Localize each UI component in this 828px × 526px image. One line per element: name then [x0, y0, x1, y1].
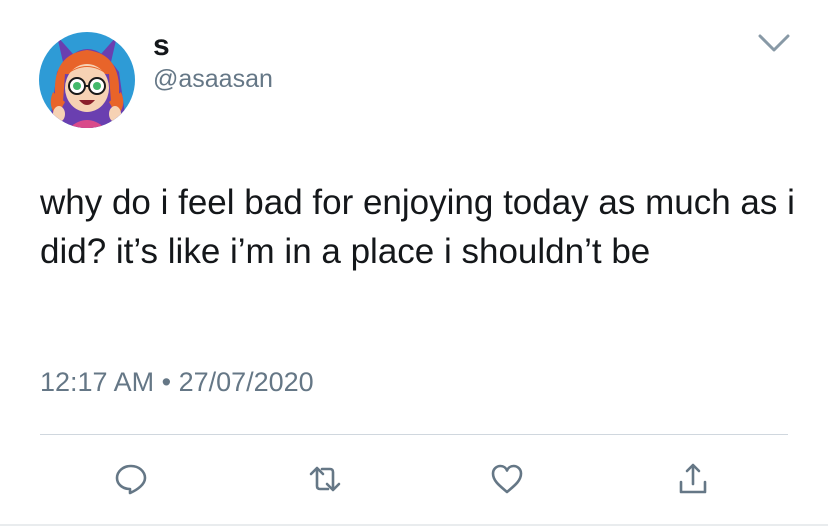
avatar[interactable]: [39, 32, 135, 128]
retweet-icon: [309, 466, 341, 492]
heart-icon: [491, 464, 523, 494]
like-button[interactable]: [490, 462, 524, 496]
more-options-button[interactable]: [757, 32, 791, 54]
cartoon-girl-avatar: [39, 32, 135, 128]
share-button[interactable]: [676, 462, 710, 496]
tweet-timestamp[interactable]: 12:17 AM • 27/07/2020: [40, 365, 314, 399]
display-name[interactable]: s: [153, 30, 170, 62]
retweet-button[interactable]: [308, 462, 342, 496]
reply-button[interactable]: [114, 462, 148, 496]
divider: [40, 434, 788, 435]
chevron-down-icon: [758, 34, 790, 52]
user-handle[interactable]: @asaasan: [153, 64, 273, 94]
tweet-date: 27/07/2020: [178, 367, 314, 397]
tweet-time: 12:17 AM: [40, 367, 155, 397]
tweet-text: why do i feel bad for enjoying today as …: [40, 183, 795, 271]
separator-dot: •: [161, 367, 172, 397]
share-icon: [679, 463, 707, 494]
reply-icon: [115, 464, 147, 495]
